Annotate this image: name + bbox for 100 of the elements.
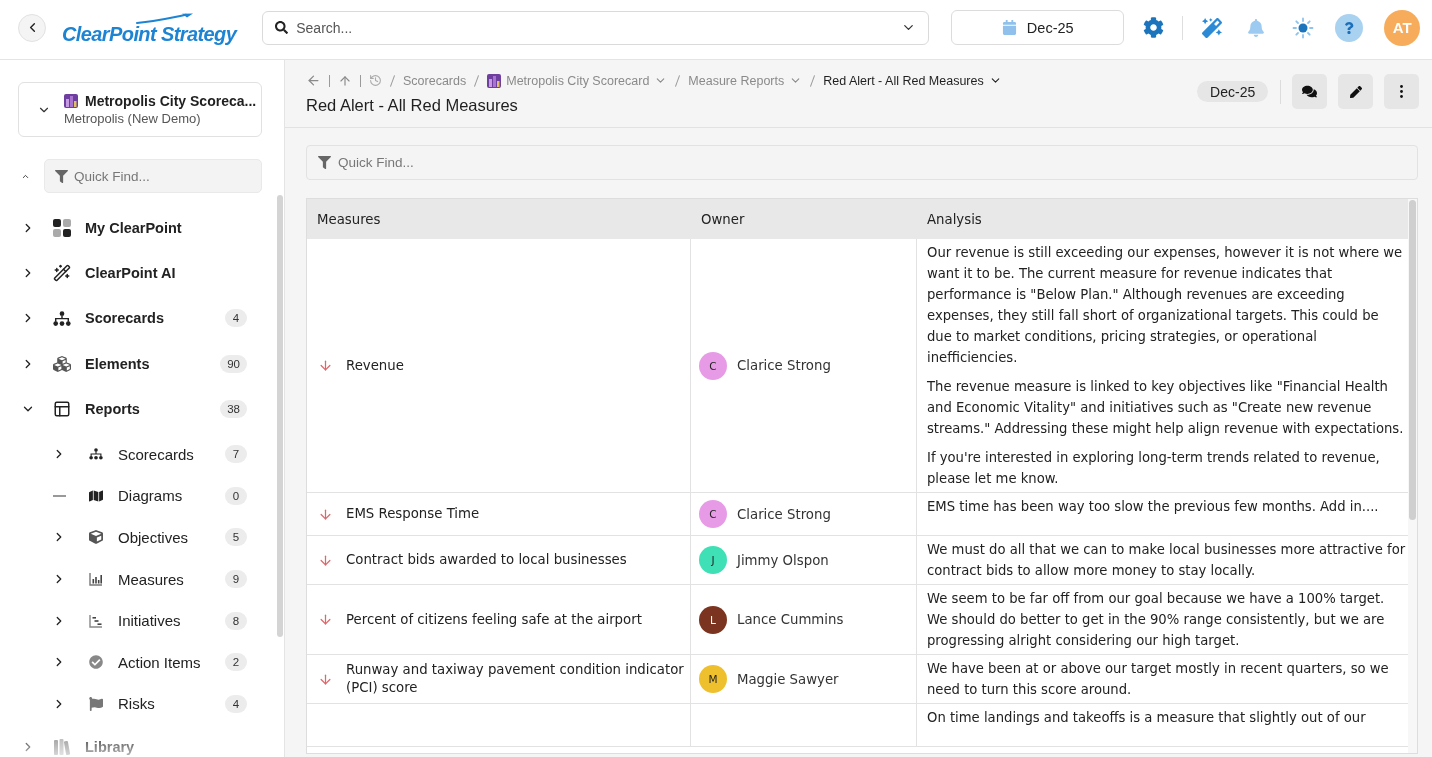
owner-avatar: C: [699, 500, 727, 528]
nav-link[interactable]: ClearPoint AI: [85, 264, 247, 281]
analysis-text: On time landings and takeoffs is a measure that slightly out of our: [927, 709, 1367, 727]
layout-icon: [53, 399, 71, 418]
count-badge: 4: [225, 309, 247, 328]
analysis-text: Our revenue is still exceeding our expenses, however it is not where we want it to be. The current measure for revenue indicates that performance is "Below Plan." Although revenues are exceeding expenses, they still fall short of organizational targets. This could be due to market conditions, pricing strategies, or operational inefficiencies.: [927, 244, 1404, 367]
measure-link[interactable]: Percent of citizens feeling safe at the airport: [346, 610, 642, 629]
scorecard-name: Metropolis City Scoreca...: [85, 93, 257, 109]
grid-icon: [53, 218, 71, 237]
quick-find-input[interactable]: Quick Find...: [74, 168, 251, 184]
owner-avatar: J: [699, 546, 727, 574]
nav-link[interactable]: Initiatives: [118, 612, 225, 630]
nav-link[interactable]: Scorecards: [85, 310, 225, 327]
nav-link[interactable]: Measures: [118, 570, 225, 588]
filter-icon: [55, 169, 68, 183]
count-badge: 8: [225, 611, 247, 630]
analysis-text: We seem to be far off from our goal because we have a 100% target. We should do better to get in the 90% range consistently, but we are progressing alright considering our high target.: [927, 590, 1386, 650]
search-icon: [275, 21, 289, 34]
owner-name: Clarice Strong: [737, 506, 831, 522]
breadcrumb-link[interactable]: Red Alert - All Red Measures: [823, 73, 1002, 88]
measure-link[interactable]: EMS Response Time: [346, 505, 480, 523]
owner-name: Jimmy Olspon: [737, 552, 829, 568]
calendar-icon: [1001, 20, 1017, 35]
measure-link[interactable]: Revenue: [346, 356, 404, 375]
owner-name: Maggie Sawyer: [737, 671, 839, 687]
down-arrow-icon: [318, 552, 333, 568]
comments-icon: [1302, 84, 1318, 99]
search-field[interactable]: Search...: [262, 10, 930, 45]
comments-button[interactable]: [1292, 74, 1328, 109]
cubes-icon: [53, 354, 71, 373]
hierarchy-icon: [89, 448, 103, 461]
bar-chart-icon: [89, 572, 103, 587]
scorecard-subtitle: Metropolis (New Demo): [64, 111, 202, 126]
column-header: Analysis: [926, 210, 983, 229]
owner-avatar: C: [699, 351, 727, 380]
nav-link[interactable]: Diagrams: [118, 487, 225, 505]
city-tile-icon: [487, 73, 502, 88]
owner-name: Lance Cummins: [737, 612, 844, 627]
analysis-text: The revenue measure is linked to key objectives like "Financial Health and Economic Vitality" and initiatives such as "Create new revenue streams." Addressing these might help align revenue with expectations.: [927, 378, 1405, 438]
quick-find-field[interactable]: Quick Find...: [306, 145, 1419, 180]
page-title: Red Alert - All Red Measures: [306, 95, 519, 115]
count-badge: 4: [225, 694, 247, 713]
quick-find-input[interactable]: Quick Find...: [338, 155, 1407, 170]
search-input[interactable]: Search...: [296, 19, 894, 36]
settings-icon[interactable]: [1143, 17, 1165, 38]
count-badge: 0: [225, 486, 247, 505]
pencil-icon: [1349, 85, 1362, 98]
logo-swoosh-icon: [136, 13, 194, 24]
magic-wand-icon: [53, 263, 71, 282]
edit-button[interactable]: [1338, 74, 1374, 109]
more-icon: [1400, 85, 1404, 98]
hierarchy-icon: [53, 310, 71, 326]
owner-name: Clarice Strong: [737, 358, 831, 373]
nav-link[interactable]: My ClearPoint: [85, 219, 247, 236]
scrollbar-thumb[interactable]: [277, 195, 283, 637]
scrollbar-thumb[interactable]: [1409, 200, 1417, 520]
measure-link[interactable]: Runway and taxiway pavement condition indicator (PCI) score: [346, 661, 686, 697]
count-badge: 7: [225, 445, 247, 464]
logo-text: ClearPoint Strategy: [62, 24, 237, 44]
down-arrow-icon: [318, 671, 333, 687]
nav-link[interactable]: Objectives: [118, 528, 225, 546]
analysis-text: We must do all that we can to make local businesses more attractive for contract bids to allow more money to stay locally.: [927, 541, 1406, 580]
period-button[interactable]: Dec-25: [951, 10, 1125, 45]
scorecard-selector[interactable]: Metropolis City Scoreca... Metropolis (New Demo): [18, 82, 262, 137]
gantt-icon: [89, 613, 103, 628]
books-icon: [53, 738, 71, 757]
down-arrow-icon: [318, 506, 333, 522]
count-badge: 2: [225, 653, 247, 672]
down-arrow-icon: [318, 612, 333, 627]
more-button[interactable]: [1384, 74, 1420, 109]
nav-link[interactable]: Elements: [85, 355, 221, 372]
measure-link[interactable]: Contract bids awarded to local businesses: [346, 551, 627, 569]
flag-icon: [89, 696, 103, 711]
count-badge: 9: [225, 570, 247, 589]
period-badge: Dec-25: [1197, 81, 1269, 102]
owner-avatar: L: [699, 605, 727, 634]
cube-icon: [89, 530, 103, 545]
count-badge: 90: [220, 354, 247, 373]
nav-link[interactable]: Library: [85, 739, 247, 756]
analysis-text: We have been at or above our target mostly in recent quarters, so we need to turn this score around.: [927, 660, 1390, 699]
count-badge: 38: [220, 399, 247, 418]
nav-link[interactable]: Action Items: [118, 653, 225, 671]
help-icon[interactable]: [1335, 13, 1364, 42]
nav-link[interactable]: Risks: [118, 695, 225, 713]
map-icon: [89, 488, 103, 503]
nav-link[interactable]: Reports: [85, 400, 221, 417]
analysis-text: EMS time has been way too slow the previous few months. Add in....: [927, 498, 1380, 516]
sun-icon[interactable]: [1292, 16, 1315, 39]
filter-icon: [318, 156, 331, 169]
quick-find-field[interactable]: Quick Find...: [44, 159, 262, 193]
column-header: Measures: [316, 210, 382, 229]
count-badge: 5: [225, 528, 247, 547]
up-arrow-icon[interactable]: [338, 73, 352, 88]
column-header: Owner: [700, 210, 746, 229]
owner-avatar: M: [699, 665, 727, 693]
down-arrow-icon: [318, 358, 333, 373]
nav-link[interactable]: Scorecards: [118, 445, 225, 463]
analysis-text: If you're interested in exploring long-term trends related to revenue, please let me know.: [927, 449, 1381, 488]
magic-wand-icon[interactable]: [1202, 17, 1223, 38]
city-tile-icon: [64, 94, 78, 108]
